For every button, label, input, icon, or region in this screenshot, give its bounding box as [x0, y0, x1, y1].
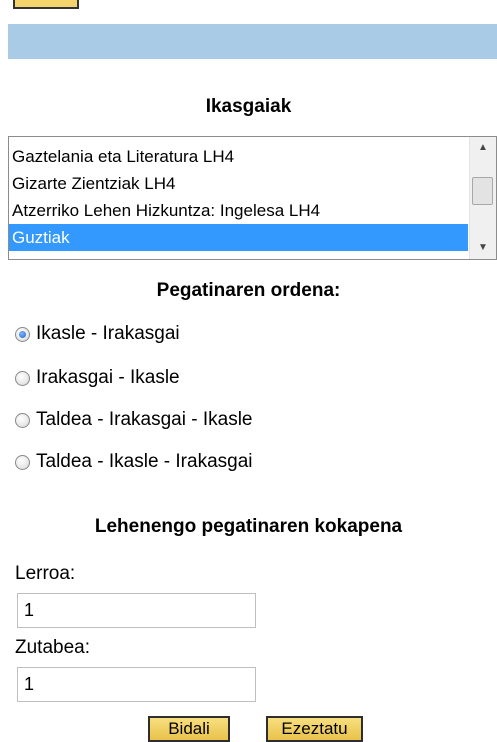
order-option-label: Ikasle - Irakasgai: [36, 323, 180, 344]
top-button-fragment[interactable]: [13, 0, 79, 9]
cancel-button[interactable]: Ezeztatu: [266, 716, 363, 742]
order-option-irakasgai-ikasle[interactable]: Irakasgai - Ikasle: [15, 364, 180, 392]
position-heading: Lehenengo pegatinaren kokapena: [94, 516, 403, 537]
subject-option[interactable]: Gaztelania eta Literatura LH4: [9, 143, 468, 170]
subjects-listbox[interactable]: Gaztelania eta Literatura LH4 Gizarte Zi…: [8, 136, 497, 260]
scroll-up-arrow-icon[interactable]: ▲: [470, 137, 496, 159]
radio-unchecked-icon[interactable]: [15, 370, 30, 386]
listbox-scrollbar[interactable]: ▲ ▼: [469, 137, 496, 259]
scroll-down-arrow-icon[interactable]: ▼: [470, 237, 496, 259]
column-label: Zutabea:: [15, 637, 90, 658]
subject-option-selected[interactable]: Guztiak: [9, 224, 468, 251]
order-heading: Pegatinaren ordena:: [156, 280, 341, 301]
row-label: Lerroa:: [15, 563, 76, 584]
subject-option[interactable]: Gizarte Zientziak LH4: [9, 170, 468, 197]
subject-option[interactable]: Atzerriko Lehen Hizkuntza: Ingelesa LH4: [9, 197, 468, 224]
order-option-label: Irakasgai - Ikasle: [36, 367, 180, 388]
order-option-label: Taldea - Ikasle - Irakasgai: [36, 451, 253, 472]
subjects-heading: Ikasgaiak: [205, 96, 292, 117]
row-input[interactable]: [17, 593, 256, 628]
order-option-label: Taldea - Irakasgai - Ikasle: [36, 409, 253, 430]
radio-checked-icon[interactable]: [15, 326, 30, 342]
radio-unchecked-icon[interactable]: [15, 412, 30, 428]
order-option-taldea-irakasgai-ikasle[interactable]: Taldea - Irakasgai - Ikasle: [15, 406, 253, 434]
radio-unchecked-icon[interactable]: [15, 454, 30, 470]
scroll-thumb[interactable]: [472, 177, 493, 205]
header-bar: [8, 24, 497, 59]
order-option-ikasle-irakasgai[interactable]: Ikasle - Irakasgai: [15, 320, 180, 348]
column-input[interactable]: [17, 667, 256, 702]
submit-button[interactable]: Bidali: [148, 716, 230, 742]
order-option-taldea-ikasle-irakasgai[interactable]: Taldea - Ikasle - Irakasgai: [15, 448, 253, 476]
